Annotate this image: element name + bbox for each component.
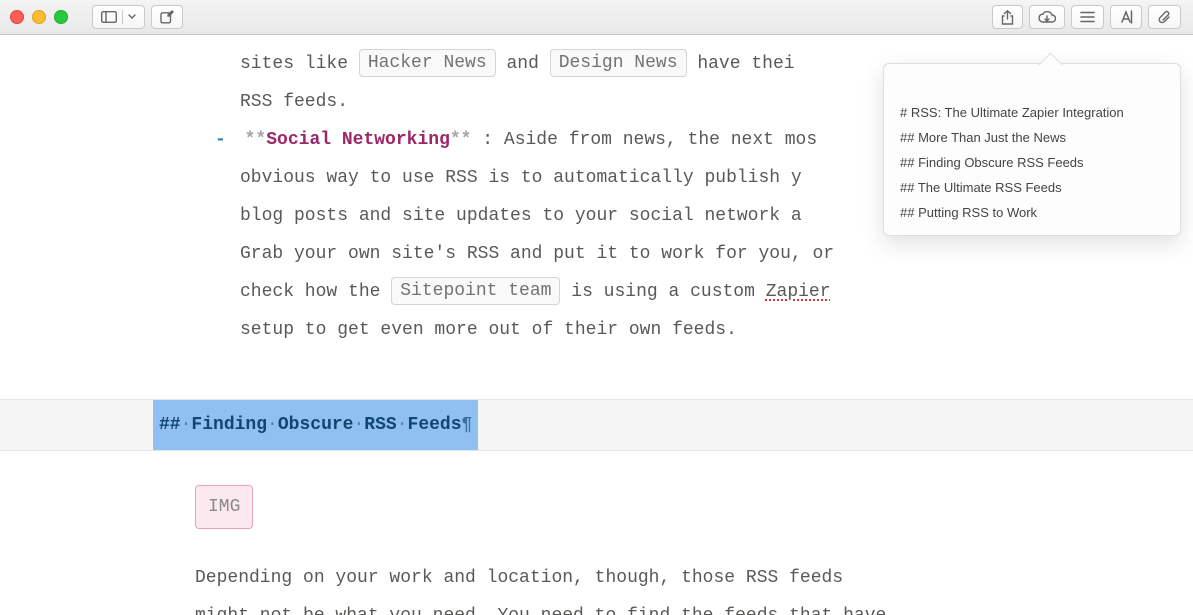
outline-item[interactable]: ## More Than Just the News: [894, 125, 1170, 150]
outline-item[interactable]: ## Finding Obscure RSS Feeds: [894, 150, 1170, 175]
compose-button[interactable]: [151, 5, 183, 29]
editor-text: might not be what you need. You need to …: [0, 597, 1193, 615]
editor-text: Depending on your work and location, tho…: [0, 559, 1193, 597]
attachments-button[interactable]: [1148, 5, 1181, 29]
space-dot: ·: [353, 415, 364, 435]
image-placeholder-chip[interactable]: IMG: [195, 485, 253, 529]
link-chip-designnews[interactable]: Design News: [550, 49, 687, 77]
text-cursor-icon: [1119, 10, 1133, 24]
close-window-button[interactable]: [10, 10, 24, 24]
cloud-download-icon: [1038, 11, 1056, 24]
text: have thei: [697, 54, 794, 74]
share-button[interactable]: [992, 5, 1023, 29]
zoom-window-button[interactable]: [54, 10, 68, 24]
space-dot: ·: [397, 415, 408, 435]
window-titlebar: [0, 0, 1193, 35]
pilcrow-icon: ¶: [462, 415, 473, 435]
outline-button[interactable]: [1071, 5, 1104, 29]
text-style-button[interactable]: [1110, 5, 1142, 29]
paperclip-icon: [1157, 10, 1172, 25]
heading-word: Finding: [191, 415, 267, 435]
share-icon: [1001, 10, 1014, 25]
chevron-down-icon: [128, 14, 136, 20]
text: check how the: [240, 282, 391, 302]
text: : Aside from news, the next mos: [482, 130, 817, 150]
text: and: [506, 54, 549, 74]
outline-popover: # RSS: The Ultimate Zapier Integration #…: [883, 63, 1181, 236]
outline-item[interactable]: ## Putting RSS to Work: [894, 200, 1170, 225]
outline-item[interactable]: ## The Ultimate RSS Feeds: [894, 175, 1170, 200]
editor-area[interactable]: # RSS: The Ultimate Zapier Integration #…: [0, 35, 1193, 615]
heading-row: ##·Finding·Obscure·RSS·Feeds¶: [0, 399, 1193, 451]
link-chip-sitepoint[interactable]: Sitepoint team: [391, 277, 560, 305]
heading-highlight[interactable]: ##·Finding·Obscure·RSS·Feeds¶: [153, 400, 478, 450]
cloud-download-button[interactable]: [1029, 5, 1065, 29]
space-dot: ·: [181, 415, 192, 435]
text: is using a custom: [571, 282, 765, 302]
sidebar-icon: [101, 11, 117, 23]
md-bold-marker: **: [245, 130, 267, 150]
editor-text: Grab your own site's RSS and put it to w…: [0, 235, 1193, 273]
editor-text: setup to get even more out of their own …: [0, 311, 1193, 349]
heading-word: RSS: [364, 415, 396, 435]
sidebar-toggle-button[interactable]: [92, 5, 145, 29]
link-chip-hackernews[interactable]: Hacker News: [359, 49, 496, 77]
text: RSS feeds.: [240, 92, 348, 112]
heading-word: Obscure: [278, 415, 354, 435]
outline-item[interactable]: # RSS: The Ultimate Zapier Integration: [894, 100, 1170, 125]
md-bold-marker: **: [450, 130, 472, 150]
compose-icon: [160, 10, 174, 24]
space-dot: ·: [267, 415, 278, 435]
heading-word: Feeds: [408, 415, 462, 435]
list-icon: [1080, 11, 1095, 23]
text: sites like: [240, 54, 359, 74]
bold-text: Social Networking: [266, 130, 450, 150]
bullet-marker: -: [215, 130, 234, 150]
window-controls: [10, 10, 68, 24]
spelling-error-word[interactable]: Zapier: [766, 282, 831, 302]
md-heading-marker: ##: [159, 415, 181, 435]
minimize-window-button[interactable]: [32, 10, 46, 24]
editor-text: check how the Sitepoint team is using a …: [0, 273, 1193, 311]
